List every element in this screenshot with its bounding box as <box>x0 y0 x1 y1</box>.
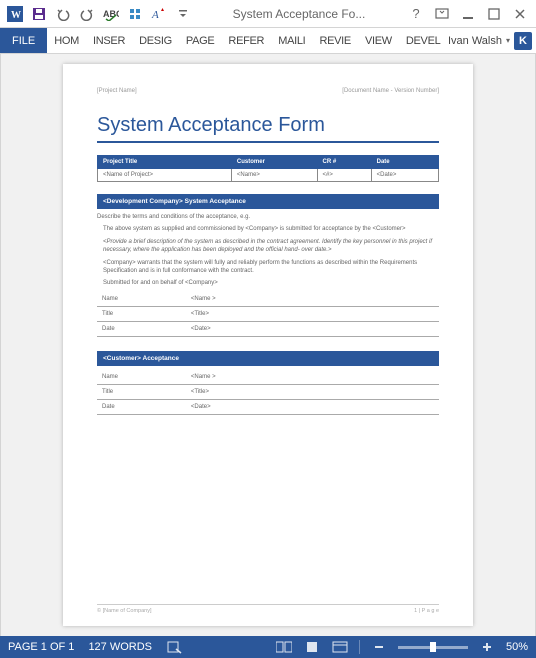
word-app-icon[interactable]: W <box>4 3 26 25</box>
body-text: <Provide a brief description of the syst… <box>103 238 439 255</box>
tab-design[interactable]: DESIG <box>132 28 179 53</box>
title-bar: W ABC A System Acceptance Fo... ? <box>0 0 536 28</box>
signature-table-company: Name<Name > Title<Title> Date<Date> <box>97 292 439 337</box>
maximize-icon[interactable] <box>482 3 506 25</box>
help-icon[interactable]: ? <box>404 3 428 25</box>
qat-customize-icon[interactable] <box>172 3 194 25</box>
spellcheck-icon[interactable]: ABC <box>100 3 122 25</box>
page-header: [Project Name] [Document Name - Version … <box>97 88 439 94</box>
tab-view[interactable]: VIEW <box>358 28 399 53</box>
col-header: Date <box>371 156 438 169</box>
zoom-slider[interactable] <box>398 646 468 649</box>
tab-insert[interactable]: INSER <box>86 28 132 53</box>
svg-text:A: A <box>151 9 159 21</box>
proofing-icon[interactable] <box>166 639 184 655</box>
col-header: Customer <box>231 156 317 169</box>
document-canvas[interactable]: [Project Name] [Document Name - Version … <box>0 54 536 636</box>
body-text: The above system as supplied and commiss… <box>103 225 439 233</box>
zoom-level[interactable]: 50% <box>506 641 528 653</box>
tab-review[interactable]: REVIE <box>312 28 358 53</box>
col-header: Project Title <box>98 156 232 169</box>
ribbon-display-icon[interactable] <box>430 3 454 25</box>
tab-mailings[interactable]: MAILI <box>271 28 312 53</box>
word-count[interactable]: 127 WORDS <box>88 641 152 653</box>
status-bar: PAGE 1 OF 1 127 WORDS 50% <box>0 636 536 658</box>
save-icon[interactable] <box>28 3 50 25</box>
footer-left: © [Name of Company] <box>97 608 152 614</box>
quick-access-toolbar: W ABC A <box>4 3 194 25</box>
document-title: System Acceptance Form <box>97 114 439 143</box>
page-footer: © [Name of Company] 1 | P a g e <box>97 604 439 614</box>
close-icon[interactable] <box>508 3 532 25</box>
window-controls: ? <box>404 3 532 25</box>
footer-right: 1 | P a g e <box>414 608 439 614</box>
cell: <#> <box>317 169 371 182</box>
tab-home[interactable]: HOM <box>47 28 86 53</box>
redo-icon[interactable] <box>76 3 98 25</box>
ribbon-tabs: FILE HOM INSER DESIG PAGE REFER MAILI RE… <box>0 28 536 54</box>
undo-icon[interactable] <box>52 3 74 25</box>
document-page[interactable]: [Project Name] [Document Name - Version … <box>63 64 473 626</box>
user-account[interactable]: Ivan Walsh ▾ K <box>448 28 536 53</box>
tab-page-layout[interactable]: PAGE <box>179 28 222 53</box>
print-layout-icon[interactable] <box>303 639 321 655</box>
body-text: Describe the terms and conditions of the… <box>97 213 439 221</box>
signature-table-customer: Name<Name > Title<Title> Date<Date> <box>97 370 439 415</box>
header-right: [Document Name - Version Number] <box>342 88 439 94</box>
read-mode-icon[interactable] <box>275 639 293 655</box>
window-title: System Acceptance Fo... <box>194 7 404 21</box>
svg-text:ABC: ABC <box>103 9 119 19</box>
user-badge: K <box>514 32 532 50</box>
minimize-icon[interactable] <box>456 3 480 25</box>
cell: <Date> <box>371 169 438 182</box>
project-info-table: Project Title Customer CR # Date <Name o… <box>97 155 439 182</box>
svg-text:W: W <box>11 10 21 21</box>
zoom-out-icon[interactable] <box>370 639 388 655</box>
section-customer-acceptance: <Customer> Acceptance <box>97 351 439 366</box>
zoom-in-icon[interactable] <box>478 639 496 655</box>
section-dev-acceptance: <Development Company> System Acceptance <box>97 194 439 209</box>
web-layout-icon[interactable] <box>331 639 349 655</box>
font-styles-icon[interactable]: A <box>148 3 170 25</box>
body-text: <Company> warrants that the system will … <box>103 259 439 276</box>
user-name: Ivan Walsh <box>448 35 502 47</box>
page-indicator[interactable]: PAGE 1 OF 1 <box>8 641 74 653</box>
tab-references[interactable]: REFER <box>221 28 271 53</box>
col-header: CR # <box>317 156 371 169</box>
header-left: [Project Name] <box>97 88 137 94</box>
cell: <Name> <box>231 169 317 182</box>
tab-developer[interactable]: DEVEL <box>399 28 448 53</box>
file-tab[interactable]: FILE <box>0 28 47 53</box>
touch-mode-icon[interactable] <box>124 3 146 25</box>
body-text: Submitted for and on behalf of <Company> <box>103 279 439 287</box>
cell: <Name of Project> <box>98 169 232 182</box>
